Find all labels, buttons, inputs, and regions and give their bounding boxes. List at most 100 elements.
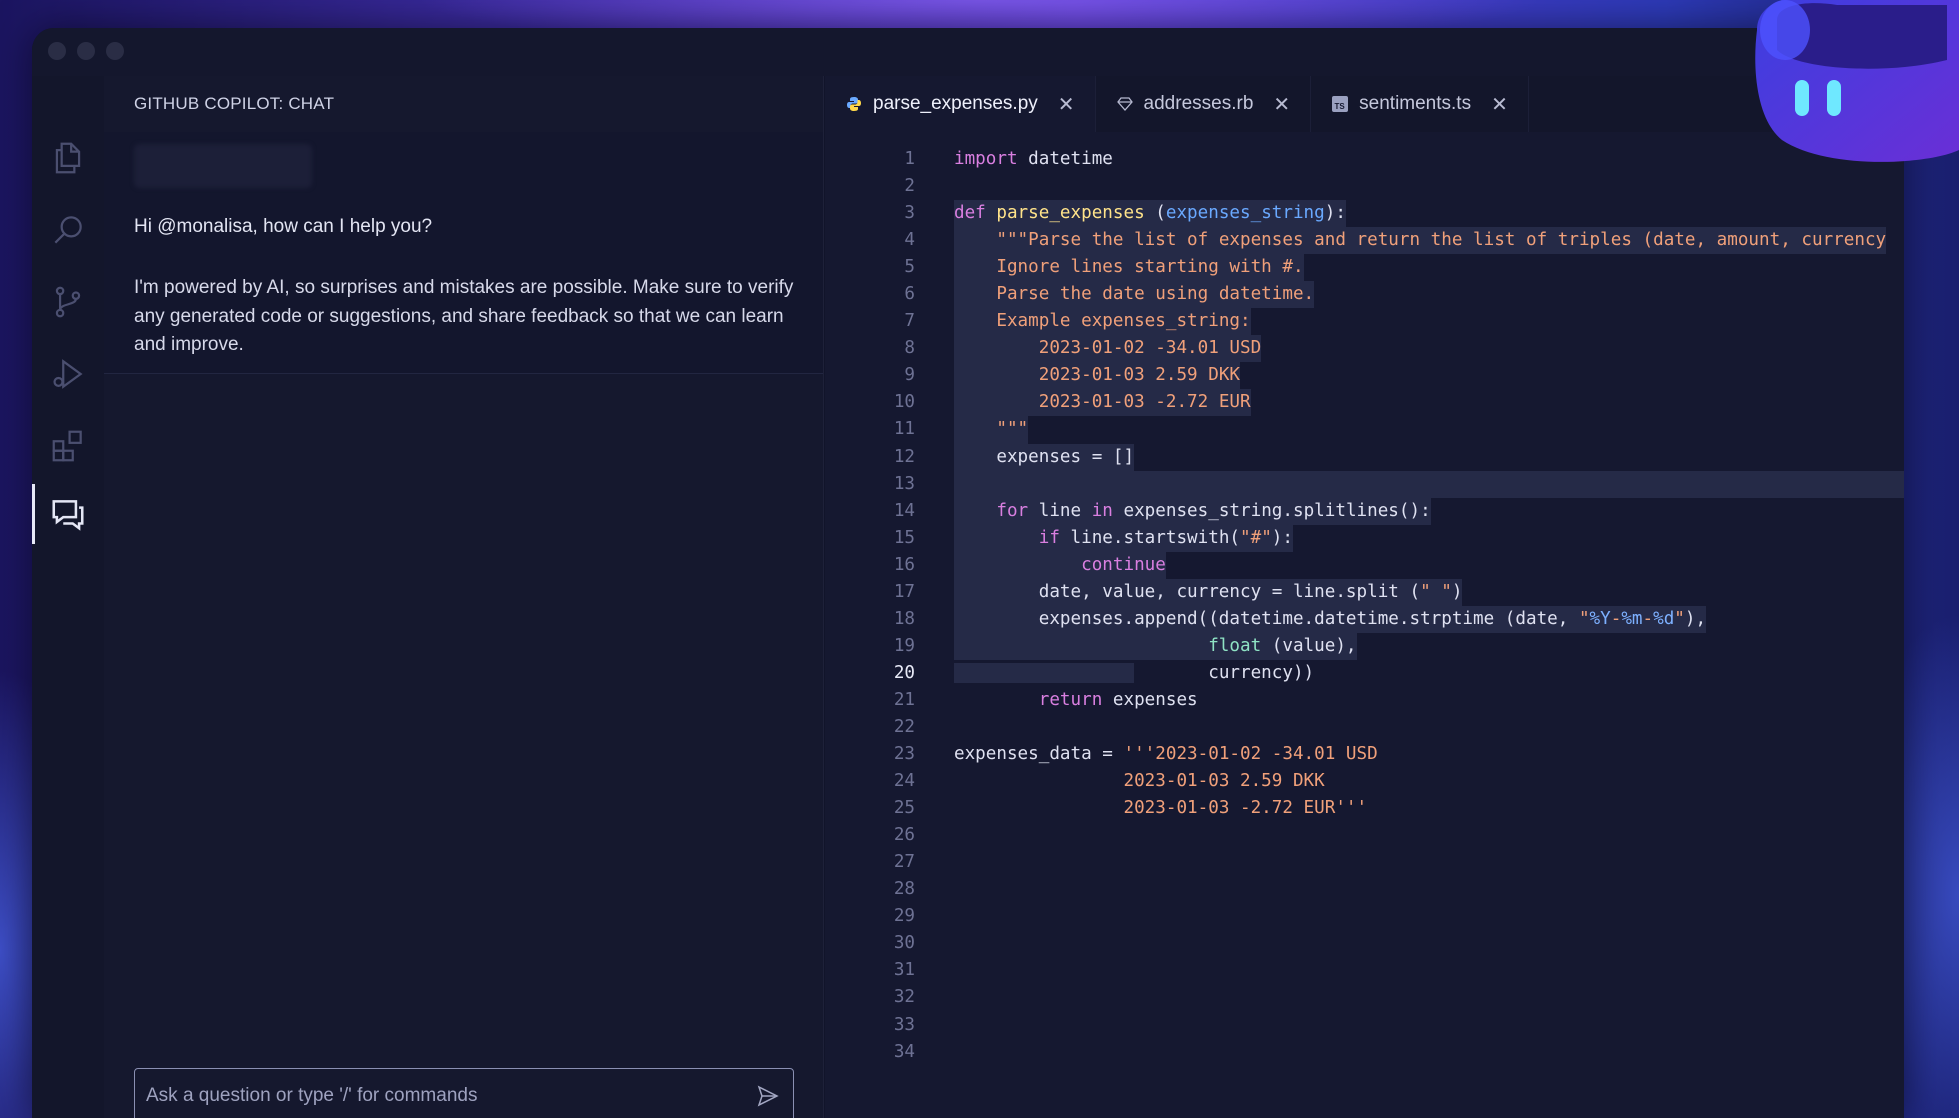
code-line: 13 (825, 470, 1904, 498)
line-number: 32 (893, 987, 915, 1008)
line-number: 11 (893, 419, 915, 440)
line-number: 13 (893, 473, 915, 494)
line-number: 22 (893, 716, 915, 737)
code-line: 34 (825, 1039, 1904, 1066)
tab-sentiments[interactable]: TS sentiments.ts ✕ (1311, 76, 1529, 132)
code-line: 28 (825, 876, 1904, 903)
chat-greeting: Hi @monalisa, how can I help you? (134, 216, 433, 237)
line-number: 33 (893, 1014, 915, 1035)
code-line: 15 if line.startswith("#"): (825, 524, 1904, 552)
code-line: 23 expenses_data = '''2023-01-02 -34.01 U… (825, 741, 1904, 768)
copilot-avatar (134, 144, 312, 188)
code-line: 20 currency)) (825, 660, 1904, 687)
line-number: 16 (893, 554, 915, 575)
chat-input[interactable] (146, 1085, 743, 1107)
extensions-icon[interactable] (32, 416, 104, 476)
explorer-icon[interactable] (32, 128, 104, 188)
line-number: 18 (893, 608, 915, 629)
line-number: 29 (893, 906, 915, 927)
copilot-mascot-icon (1755, 0, 1959, 162)
code-line: 29 (825, 903, 1904, 930)
line-number: 4 (904, 230, 915, 251)
tab-label: addresses.rb (1143, 93, 1254, 114)
line-number: 31 (893, 960, 915, 981)
code-line: 30 (825, 930, 1904, 957)
line-number: 12 (893, 446, 915, 467)
line-number: 34 (893, 1041, 915, 1062)
line-number: 8 (904, 338, 915, 359)
code-line: 6 Parse the date using datetime. (825, 281, 1904, 309)
line-number: 24 (893, 771, 915, 792)
code-area[interactable]: 1 import datetime 2 3 def parse_expenses (… (825, 146, 1904, 1066)
code-line: 27 (825, 849, 1904, 876)
code-line: 11 """ (825, 416, 1904, 444)
line-number: 5 (904, 257, 915, 278)
close-tab-icon[interactable]: ✕ (1491, 92, 1508, 117)
code-line: 21 return expenses (825, 687, 1904, 714)
line-number: 15 (893, 527, 915, 548)
line-number: 19 (893, 635, 915, 656)
source-control-icon[interactable] (32, 272, 104, 332)
search-icon[interactable] (32, 200, 104, 260)
line-number: 3 (904, 203, 915, 224)
code-line: 10 2023-01-03 -2.72 EUR (825, 389, 1904, 417)
vscode-window: GITHUB COPILOT: CHAT Hi @monalisa, how c… (32, 28, 1904, 1118)
python-icon (845, 95, 863, 113)
activity-bar (32, 76, 104, 1118)
code-line: 25 2023-01-03 -2.72 EUR''' (825, 795, 1904, 822)
tab-parse-expenses[interactable]: parse_expenses.py ✕ (825, 76, 1096, 132)
tab-label: parse_expenses.py (873, 93, 1038, 114)
tab-label: sentiments.ts (1359, 93, 1472, 114)
code-line: 24 2023-01-03 2.59 DKK (825, 768, 1904, 795)
line-number: 14 (893, 500, 915, 521)
close-tab-icon[interactable]: ✕ (1058, 92, 1075, 117)
chat-input-box[interactable] (134, 1068, 794, 1118)
svg-text:TS: TS (1335, 102, 1346, 111)
close-tab-icon[interactable]: ✕ (1273, 92, 1290, 117)
code-line: 26 (825, 822, 1904, 849)
line-number: 9 (904, 365, 915, 386)
code-line: 19 float (value), (825, 632, 1904, 660)
code-line: 3 def parse_expenses (expenses_string): (825, 200, 1904, 228)
line-number: 30 (893, 933, 915, 954)
line-number: 26 (893, 825, 915, 846)
code-line: 22 (825, 714, 1904, 741)
typescript-icon: TS (1331, 95, 1349, 113)
line-number: 6 (904, 284, 915, 305)
code-line: 32 (825, 984, 1904, 1011)
line-number: 23 (893, 744, 915, 765)
code-line: 7 Example expenses_string: (825, 308, 1904, 336)
code-line: 17 date, value, currency = line.split ("… (825, 578, 1904, 606)
chat-welcome-message: Hi @monalisa, how can I help you? I'm po… (104, 132, 823, 374)
ruby-icon (1116, 95, 1134, 113)
line-number: 1 (904, 149, 915, 169)
line-number: 21 (893, 689, 915, 710)
run-debug-icon[interactable] (32, 344, 104, 404)
code-line: 14 for line in expenses_string.splitline… (825, 497, 1904, 525)
window-controls (48, 42, 124, 60)
code-line: 12 expenses = [] (825, 443, 1904, 471)
title-bar (32, 28, 1904, 76)
code-line: 5 Ignore lines starting with #. (825, 254, 1904, 282)
copilot-chat-panel: GITHUB COPILOT: CHAT Hi @monalisa, how c… (104, 76, 824, 1118)
line-number: 28 (893, 879, 915, 900)
line-number: 25 (893, 798, 915, 819)
tab-addresses[interactable]: addresses.rb ✕ (1096, 76, 1312, 132)
code-line: 9 2023-01-03 2.59 DKK (825, 362, 1904, 390)
code-line: 4 """Parse the list of expenses and retu… (825, 227, 1904, 255)
code-line: 18 expenses.append((datetime.datetime.st… (825, 605, 1904, 633)
chat-disclaimer: I'm powered by AI, so surprises and mist… (134, 277, 794, 355)
code-line: 31 (825, 957, 1904, 984)
minimize-window-button[interactable] (77, 42, 95, 60)
close-window-button[interactable] (48, 42, 66, 60)
chat-icon[interactable] (32, 484, 104, 544)
code-line: 2 (825, 173, 1904, 200)
send-icon[interactable] (743, 1071, 793, 1118)
chat-panel-title: GITHUB COPILOT: CHAT (134, 94, 335, 113)
code-line: 8 2023-01-02 -34.01 USD (825, 335, 1904, 363)
line-number: 10 (893, 392, 915, 413)
line-number: 27 (893, 852, 915, 873)
maximize-window-button[interactable] (106, 42, 124, 60)
line-number: 2 (904, 176, 915, 197)
code-editor: parse_expenses.py ✕ addresses.rb ✕ TS se… (825, 76, 1904, 1118)
